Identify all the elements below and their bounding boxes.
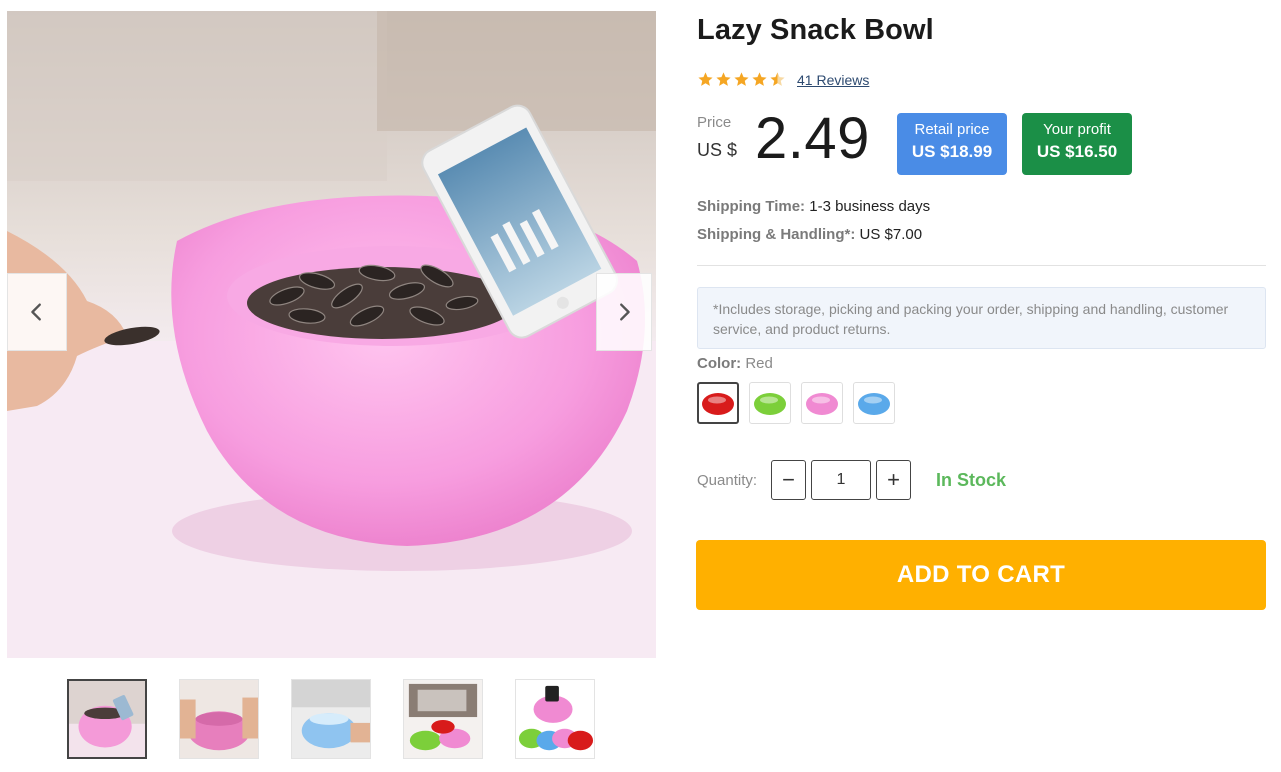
thumbnail-5[interactable] [515, 679, 595, 759]
star-icon [716, 72, 731, 86]
rating-row: 41 Reviews [697, 71, 869, 88]
bowl-icon [702, 393, 734, 415]
pink-bowl-thumbnail [69, 681, 145, 757]
color-swatch-green[interactable] [749, 382, 791, 424]
shipping-handling-value: US $7.00 [859, 226, 923, 243]
color-swatch-pink[interactable] [801, 382, 843, 424]
star-icon [770, 72, 785, 86]
color-swatch-blue[interactable] [853, 382, 895, 424]
shipping-time-value: 1-3 business days [809, 198, 931, 215]
star-icon [752, 72, 767, 86]
bowl-icon [754, 393, 786, 415]
thumbnail-1[interactable] [67, 679, 147, 759]
add-to-cart-button[interactable]: ADD TO CART [696, 540, 1266, 610]
retail-price-value: US $18.99 [911, 142, 993, 161]
color-selected-value: Red [745, 355, 773, 372]
star-icon [734, 72, 749, 86]
color-label-row: Color: Red [697, 355, 773, 372]
bowl-icon [858, 393, 890, 415]
quantity-decrease-button[interactable]: − [771, 460, 806, 500]
shipping-time-row: Shipping Time: 1-3 business days [697, 198, 930, 215]
retail-price-label: Retail price [914, 121, 990, 138]
snack-bowl-photo [7, 11, 656, 658]
product-main-image [7, 11, 656, 658]
thumbnail-2[interactable] [179, 679, 259, 759]
quantity-increase-button[interactable]: + [876, 460, 911, 500]
thumbnail-4[interactable] [403, 679, 483, 759]
shipping-note: *Includes storage, picking and packing y… [697, 287, 1266, 349]
blue-bowl-thumbnail [292, 680, 370, 758]
price-value: 2.49 [755, 106, 870, 171]
star-rating [697, 71, 786, 88]
star-icon [698, 72, 713, 86]
divider [697, 265, 1266, 266]
stock-status: In Stock [936, 470, 1007, 490]
gallery-next-button[interactable] [596, 273, 652, 351]
four-colors-thumbnail [516, 680, 594, 758]
color-label: Color: [697, 355, 742, 372]
chevron-left-icon [31, 303, 41, 321]
bowls-table-thumbnail [404, 680, 482, 758]
quantity-label: Quantity: [697, 472, 758, 489]
profit-value: US $16.50 [1036, 142, 1118, 161]
profit-badge: Your profit US $16.50 [1022, 113, 1132, 175]
shipping-time-label: Shipping Time: [697, 198, 806, 215]
product-title: Lazy Snack Bowl [697, 14, 934, 46]
profit-label: Your profit [1043, 121, 1111, 138]
thumbnail-3[interactable] [291, 679, 371, 759]
hands-bowl-thumbnail [180, 680, 258, 758]
gallery-prev-button[interactable] [7, 273, 67, 351]
shipping-handling-label: Shipping & Handling*: [697, 226, 856, 243]
price-label-block: Price US $ [697, 114, 757, 161]
color-swatch-red[interactable] [697, 382, 739, 424]
shipping-handling-row: Shipping & Handling*: US $7.00 [697, 226, 922, 243]
currency-label: US $ [697, 140, 738, 160]
reviews-link[interactable]: 41 Reviews [797, 72, 869, 88]
quantity-input[interactable] [811, 460, 871, 500]
chevron-right-icon [620, 303, 630, 321]
price-label: Price [697, 114, 732, 131]
retail-price-badge: Retail price US $18.99 [897, 113, 1007, 175]
bowl-icon [806, 393, 838, 415]
